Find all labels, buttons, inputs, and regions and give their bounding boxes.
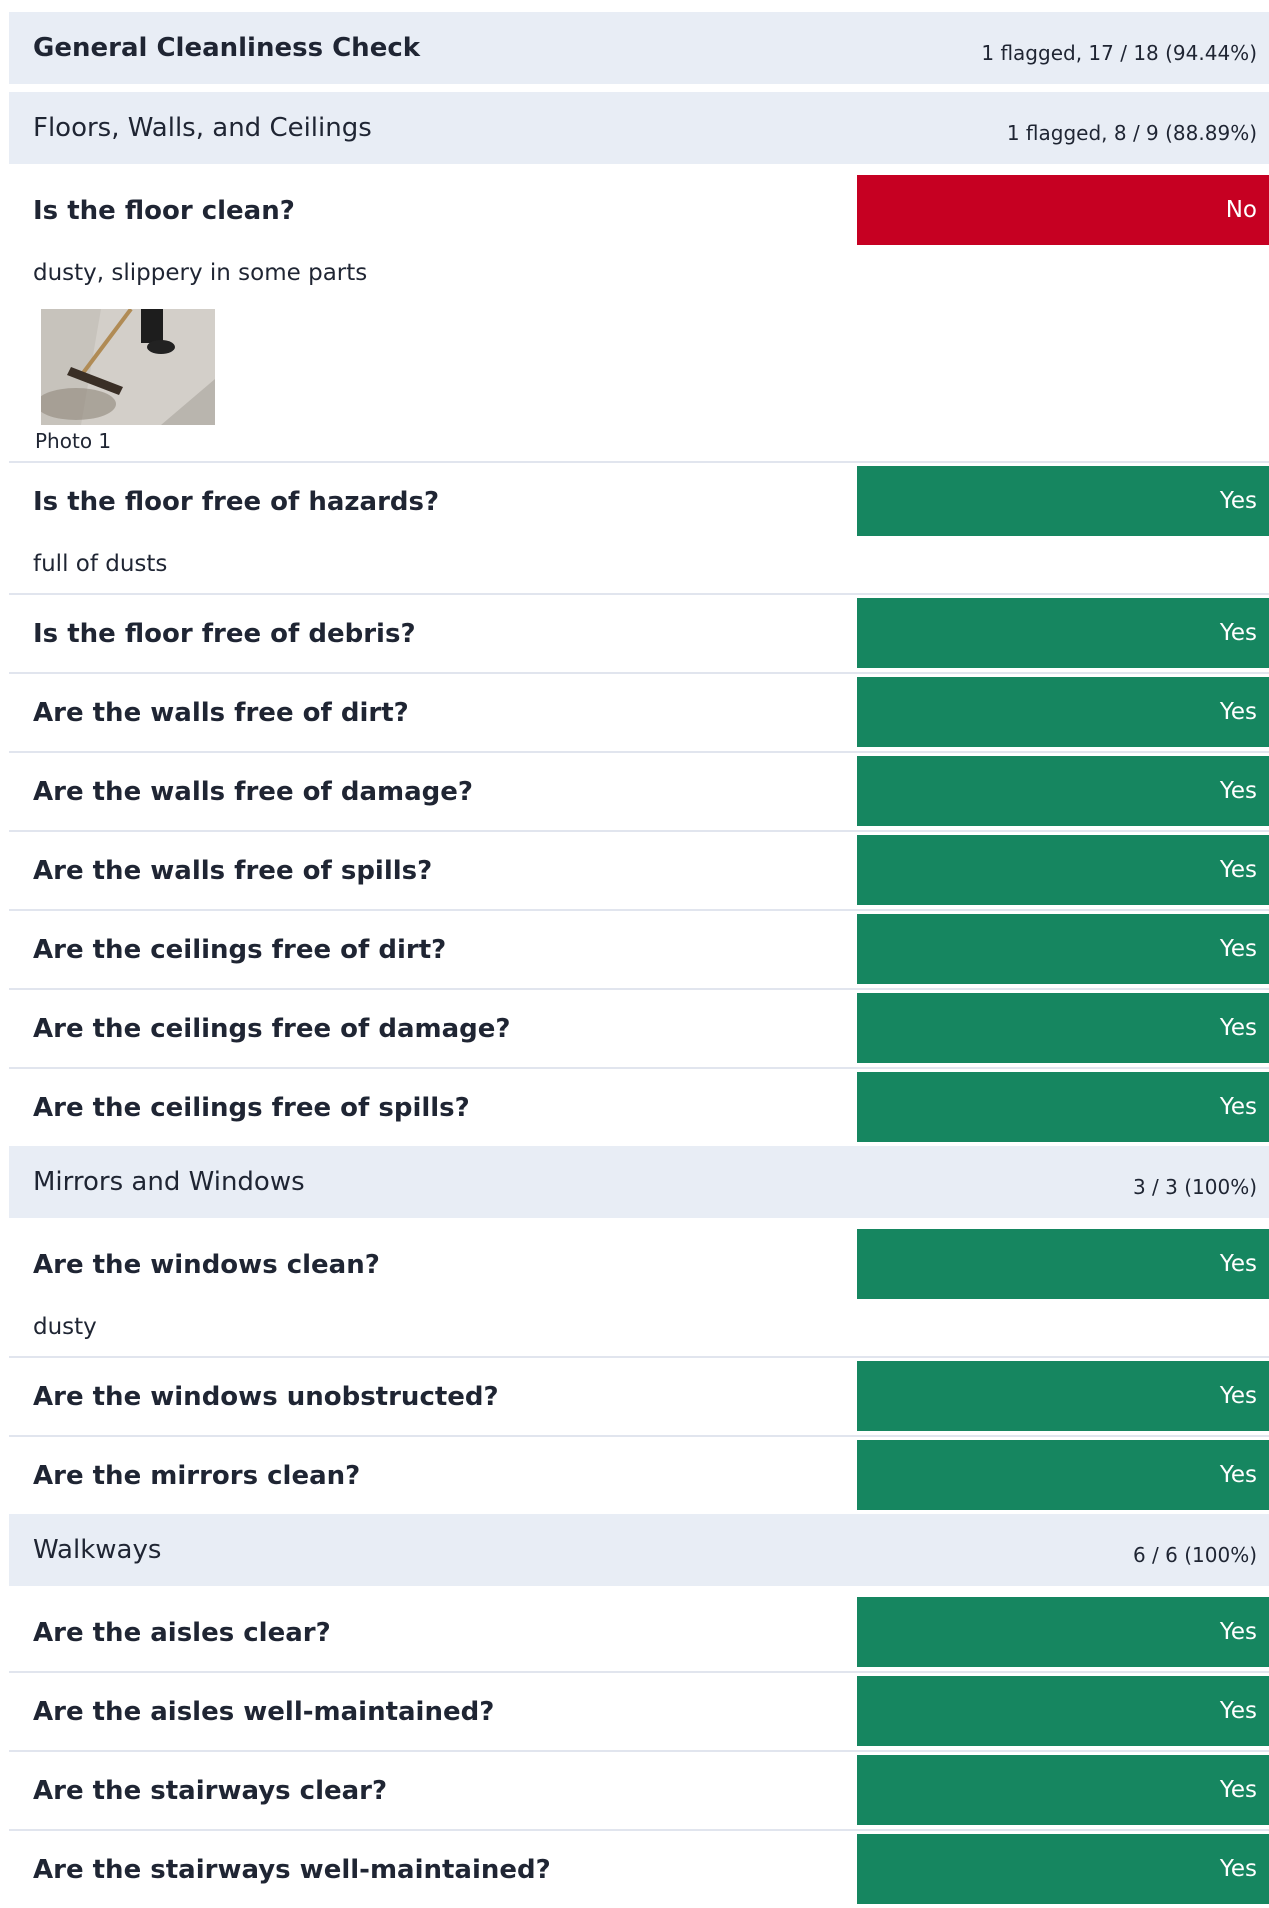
question-row[interactable]: Is the floor clean? No dusty, slippery i… (9, 172, 1269, 463)
section-score: 6 / 6 (100%) (1132, 1542, 1257, 1567)
question-row[interactable]: Are the windows clean? Yes dusty (9, 1226, 1269, 1358)
answer-badge-yes: Yes (857, 466, 1269, 536)
question-text: Is the floor clean? (33, 196, 295, 226)
answer-badge-yes: Yes (857, 993, 1269, 1063)
answer-badge-no: No (857, 175, 1269, 245)
question-row[interactable]: Are the stairways well-maintained? Yes (9, 1831, 1269, 1908)
answer-badge-yes: Yes (857, 1072, 1269, 1142)
question-row[interactable]: Are the walls free of dirt? Yes (9, 674, 1269, 753)
inspection-report: General Cleanliness Check 1 flagged, 17 … (9, 12, 1269, 1908)
answer-badge-yes: Yes (857, 1755, 1269, 1825)
question-row[interactable]: Are the windows unobstructed? Yes (9, 1358, 1269, 1437)
section-title: Mirrors and Windows (33, 1167, 305, 1197)
section-score: 1 flagged, 8 / 9 (88.89%) (1006, 120, 1257, 145)
section-title: General Cleanliness Check (33, 33, 421, 63)
photo-caption: Photo 1 (35, 429, 112, 453)
question-text: Are the walls free of damage? (33, 777, 473, 807)
question-text: Are the ceilings free of spills? (33, 1093, 470, 1123)
question-text: Are the ceilings free of dirt? (33, 935, 447, 965)
answer-badge-yes: Yes (857, 756, 1269, 826)
section-title: Walkways (33, 1535, 162, 1565)
question-text: Is the floor free of hazards? (33, 487, 440, 517)
section-score: 3 / 3 (100%) (1132, 1174, 1257, 1199)
question-row[interactable]: Is the floor free of debris? Yes (9, 595, 1269, 674)
question-row[interactable]: Are the stairways clear? Yes (9, 1752, 1269, 1831)
section-header-walkways[interactable]: Walkways 6 / 6 (100%) (9, 1514, 1269, 1586)
question-text: Are the mirrors clean? (33, 1461, 361, 1491)
question-row[interactable]: Are the walls free of spills? Yes (9, 832, 1269, 911)
question-text: Are the ceilings free of damage? (33, 1014, 511, 1044)
question-row[interactable]: Are the aisles clear? Yes (9, 1594, 1269, 1673)
question-row[interactable]: Are the ceilings free of spills? Yes (9, 1069, 1269, 1146)
question-text: Are the aisles clear? (33, 1618, 331, 1648)
answer-badge-yes: Yes (857, 1676, 1269, 1746)
question-row[interactable]: Are the ceilings free of damage? Yes (9, 990, 1269, 1069)
section-title: Floors, Walls, and Ceilings (33, 113, 372, 143)
question-row[interactable]: Are the walls free of damage? Yes (9, 753, 1269, 832)
answer-badge-yes: Yes (857, 677, 1269, 747)
section-score: 1 flagged, 17 / 18 (94.44%) (981, 40, 1257, 65)
question-text: Are the stairways well-maintained? (33, 1855, 551, 1885)
question-text: Are the walls free of dirt? (33, 698, 409, 728)
section-header-mirrors-windows[interactable]: Mirrors and Windows 3 / 3 (100%) (9, 1146, 1269, 1218)
question-note: dusty (33, 1314, 97, 1340)
question-text: Are the stairways clear? (33, 1776, 388, 1806)
answer-badge-yes: Yes (857, 1440, 1269, 1510)
floor-sweeping-photo (41, 309, 215, 425)
answer-badge-yes: Yes (857, 1597, 1269, 1667)
answer-badge-yes: Yes (857, 1834, 1269, 1904)
question-text: Is the floor free of debris? (33, 619, 416, 649)
section-header-general-cleanliness[interactable]: General Cleanliness Check 1 flagged, 17 … (9, 12, 1269, 84)
question-row[interactable]: Is the floor free of hazards? Yes full o… (9, 463, 1269, 595)
answer-badge-yes: Yes (857, 914, 1269, 984)
question-text: Are the aisles well-maintained? (33, 1697, 495, 1727)
question-note: dusty, slippery in some parts (33, 260, 368, 286)
photo-thumbnail[interactable] (41, 309, 215, 425)
answer-badge-yes: Yes (857, 835, 1269, 905)
question-row[interactable]: Are the ceilings free of dirt? Yes (9, 911, 1269, 990)
question-text: Are the walls free of spills? (33, 856, 433, 886)
section-header-floors-walls-ceilings[interactable]: Floors, Walls, and Ceilings 1 flagged, 8… (9, 92, 1269, 164)
answer-badge-yes: Yes (857, 1361, 1269, 1431)
question-note: full of dusts (33, 551, 168, 577)
question-text: Are the windows unobstructed? (33, 1382, 499, 1412)
answer-badge-yes: Yes (857, 598, 1269, 668)
question-row[interactable]: Are the aisles well-maintained? Yes (9, 1673, 1269, 1752)
question-row[interactable]: Are the mirrors clean? Yes (9, 1437, 1269, 1514)
answer-badge-yes: Yes (857, 1229, 1269, 1299)
question-text: Are the windows clean? (33, 1250, 380, 1280)
